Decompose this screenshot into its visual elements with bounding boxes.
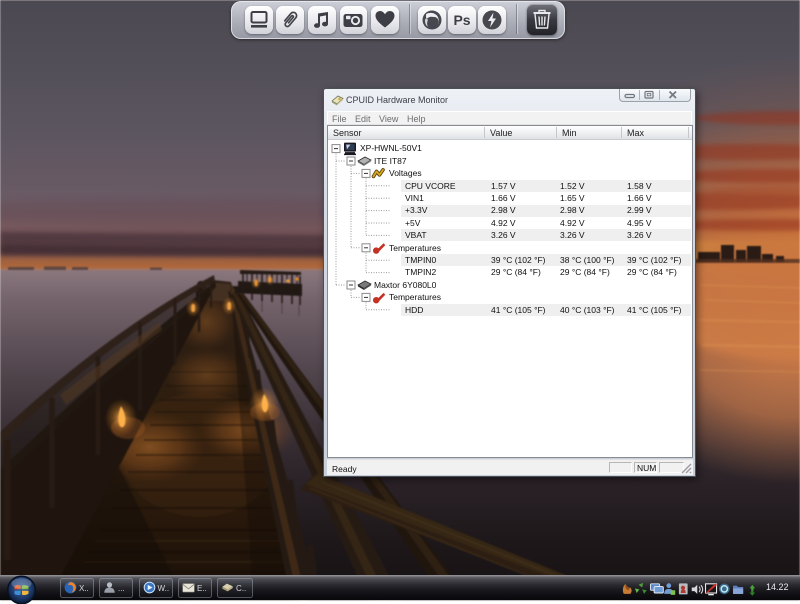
svg-text:Ps: Ps bbox=[453, 12, 470, 28]
